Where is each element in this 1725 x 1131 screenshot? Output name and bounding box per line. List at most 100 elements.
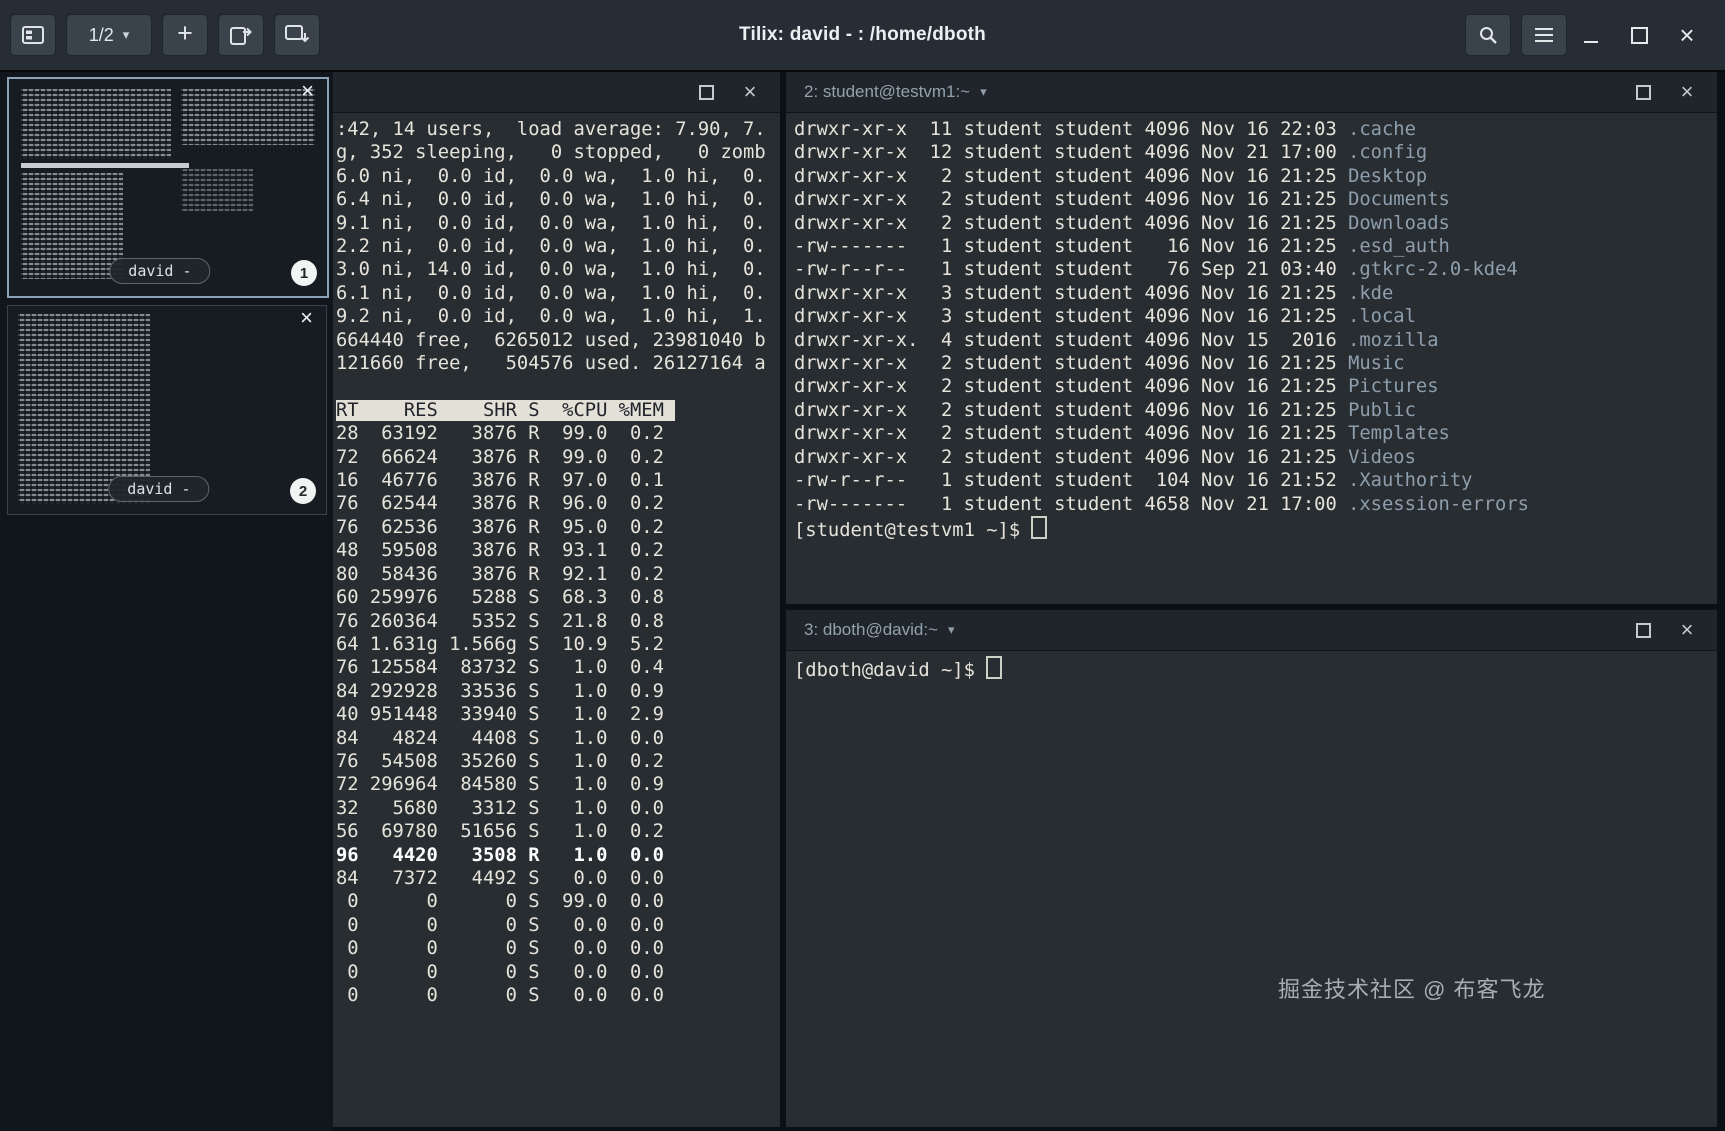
close-session-icon[interactable]: × [301,80,314,102]
file-row: drwxr-xr-x 2 student student 4096 Nov 16… [794,446,1717,469]
session-thumbnail-2[interactable]: × david - 2 [7,305,327,515]
process-row: 76 54508 35260 S 1.0 0.2 [336,750,664,772]
terminal-output-dboth[interactable]: [dboth@david ~]$ [786,651,1717,682]
process-row: 0 0 0 S 0.0 0.0 [336,985,664,1007]
session-pager-button[interactable]: 1/2 ▾ [66,14,152,56]
pane-titlebar-buttons: × [1627,615,1703,645]
process-row: 76 125584 83732 S 1.0 0.4 [336,657,664,679]
process-row: 76 62536 3876 R 95.0 0.2 [336,516,664,538]
terminal-line: 6.4 ni, 0.0 id, 0.0 wa, 1.0 hi, 0. [336,189,766,211]
process-row: 96 4420 3508 R 1.0 0.0 [336,844,664,866]
session-preview-block [21,89,171,159]
file-meta: -rw------- 1 student student 16 Nov 16 2… [794,236,1349,258]
top-table-header: RT RES SHR S %CPU %MEM [336,399,676,421]
shell-prompt: [dboth@david ~]$ [794,660,987,681]
maximize-pane-button[interactable] [1627,615,1659,645]
file-row: -rw------- 1 student student 16 Nov 16 2… [794,235,1717,258]
file-meta: drwxr-xr-x. 4 student student 4096 Nov 1… [794,329,1349,351]
file-name: .esd_auth [1348,236,1450,258]
shell-prompt-line: [dboth@david ~]$ [794,656,1717,682]
close-icon: × [1679,20,1695,50]
file-name: .config [1348,142,1428,164]
process-row: 76 260364 5352 S 21.8 0.8 [336,610,664,632]
file-name: .mozilla [1348,329,1439,351]
file-meta: drwxr-xr-x 2 student student 4096 Nov 16… [794,353,1349,375]
process-row: 76 62544 3876 R 96.0 0.2 [336,493,664,515]
session-preview-block [181,89,315,145]
close-session-icon[interactable]: × [300,307,313,329]
file-meta: -rw------- 1 student student 4658 Nov 21… [794,493,1349,515]
terminal-line: 2.2 ni, 0.0 id, 0.0 wa, 1.0 hi, 0. [336,236,766,258]
new-terminal-down-button[interactable] [274,14,320,56]
top-process-rows: 28 63192 3876 R 99.0 0.2 72 66624 3876 R … [336,422,780,1007]
sidebar-toggle-button[interactable] [10,14,56,56]
pane-title-caret-icon[interactable]: ▾ [948,622,955,638]
terminal-line: 121660 free, 504576 used. 26127164 a [336,353,766,375]
file-meta: drwxr-xr-x 2 student student 4096 Nov 16… [794,399,1349,421]
process-row: 84 7372 4492 S 0.0 0.0 [336,867,664,889]
file-meta: drwxr-xr-x 11 student student 4096 Nov 1… [794,119,1349,140]
close-pane-button[interactable]: × [1671,77,1703,107]
process-row: 56 69780 51656 S 1.0 0.2 [336,821,664,843]
terminal-output-ls[interactable]: drwxr-xr-x 11 student student 4096 Nov 1… [786,113,1717,542]
session-preview-block [181,169,253,211]
file-row: -rw-r--r-- 1 student student 104 Nov 16 … [794,469,1717,492]
session-preview-block [21,173,123,279]
file-name: .xsession-errors [1348,493,1529,515]
file-name: Videos [1348,446,1416,468]
file-meta: drwxr-xr-x 2 student student 4096 Nov 16… [794,376,1349,398]
close-button[interactable]: × [1663,12,1711,58]
pane-titlebar: × [333,72,780,113]
file-row: drwxr-xr-x 2 student student 4096 Nov 16… [794,165,1717,188]
pane-titlebar: 3: dboth@david:~ ▾ × [786,610,1717,651]
file-meta: drwxr-xr-x 2 student student 4096 Nov 16… [794,189,1349,211]
minimize-icon [1584,41,1598,43]
file-row: drwxr-xr-x 3 student student 4096 Nov 16… [794,305,1717,328]
maximize-pane-button[interactable] [690,77,722,107]
close-pane-icon: × [1680,617,1694,642]
watermark: 掘金技术社区 @ 布客飞龙 [1278,977,1546,1002]
terminal-pane-student: 2: student@testvm1:~ ▾ × drwxr-xr-x 11 s… [786,72,1717,604]
terminal-line: :42, 14 users, load average: 7.90, 7. [336,119,766,140]
file-row: drwxr-xr-x 2 student student 4096 Nov 16… [794,422,1717,445]
file-row: drwxr-xr-x 2 student student 4096 Nov 16… [794,399,1717,422]
session-thumbnail-1[interactable]: × david - 1 [7,77,329,298]
file-row: -rw------- 1 student student 4658 Nov 21… [794,493,1717,516]
file-name: .local [1348,306,1416,328]
process-row: 32 5680 3312 S 1.0 0.0 [336,797,664,819]
file-row: drwxr-xr-x 11 student student 4096 Nov 1… [794,118,1717,141]
maximize-button[interactable] [1615,12,1663,58]
file-row: drwxr-xr-x 2 student student 4096 Nov 16… [794,188,1717,211]
process-row: 40 951448 33940 S 1.0 2.9 [336,704,664,726]
terminal-cursor [986,656,1003,679]
close-pane-button[interactable]: × [734,77,766,107]
session-pager-label: 1/2 [88,24,114,45]
pane-title-caret-icon[interactable]: ▾ [980,84,987,100]
file-row: drwxr-xr-x. 4 student student 4096 Nov 1… [794,329,1717,352]
ls-listing: drwxr-xr-x 11 student student 4096 Nov 1… [794,118,1717,516]
add-session-button[interactable]: + [162,14,208,56]
close-pane-icon: × [743,79,757,104]
process-row: 0 0 0 S 0.0 0.0 [336,961,664,983]
process-row: 60 259976 5288 S 68.3 0.8 [336,587,664,609]
terminal-pane-top: × :42, 14 users, load average: 7.90, 7. g… [333,72,780,1127]
terminal-line: 6.1 ni, 0.0 id, 0.0 wa, 1.0 hi, 0. [336,282,766,304]
chevron-down-icon: ▾ [122,27,130,42]
new-terminal-right-button[interactable] [218,14,264,56]
terminal-output-top[interactable]: :42, 14 users, load average: 7.90, 7. g, … [333,113,780,1007]
terminal-line: 9.1 ni, 0.0 id, 0.0 wa, 1.0 hi, 0. [336,212,766,234]
menu-button[interactable] [1521,14,1567,56]
file-row: -rw-r--r-- 1 student student 76 Sep 21 0… [794,258,1717,281]
file-meta: -rw-r--r-- 1 student student 104 Nov 16 … [794,470,1349,492]
maximize-pane-button[interactable] [1627,77,1659,107]
file-name: Documents [1348,189,1450,211]
file-row: drwxr-xr-x 2 student student 4096 Nov 16… [794,352,1717,375]
close-pane-button[interactable]: × [1671,615,1703,645]
file-meta: drwxr-xr-x 2 student student 4096 Nov 16… [794,165,1349,187]
file-name: .gtkrc-2.0-kde4 [1348,259,1518,281]
minimize-button[interactable] [1567,12,1615,58]
shell-prompt-line: [student@testvm1 ~]$ [794,515,1717,542]
file-meta: drwxr-xr-x 12 student student 4096 Nov 2… [794,142,1349,164]
search-button[interactable] [1465,14,1511,56]
